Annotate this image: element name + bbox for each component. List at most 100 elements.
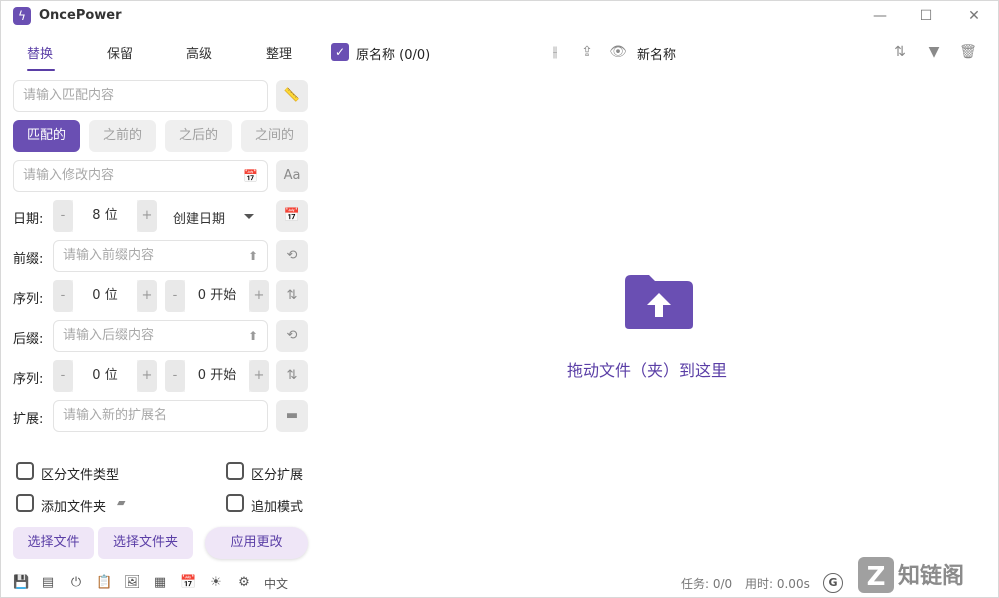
sequence-start-stepper[interactable]: - 0 开始 + bbox=[165, 280, 269, 312]
date-digits-stepper[interactable]: - 8 位 + bbox=[53, 200, 157, 232]
power-icon[interactable]: ⏻ bbox=[68, 575, 84, 591]
date-type-select[interactable]: 创建日期 bbox=[173, 208, 225, 227]
suffix-placeholder: 请输入后缀内容 bbox=[63, 328, 155, 343]
calendar-icon[interactable]: 📅 bbox=[180, 575, 196, 591]
minus-icon[interactable]: - bbox=[53, 200, 73, 232]
tab-bar: 替换 保留 高级 整理 bbox=[13, 43, 313, 73]
select-all-checkbox[interactable]: ✓ bbox=[331, 43, 349, 61]
app-title: OncePower bbox=[39, 8, 122, 23]
file-upload-icon[interactable]: ⬆ bbox=[248, 241, 258, 271]
file-upload-icon[interactable]: ⬆ bbox=[248, 321, 258, 351]
distinguish-ext-checkbox[interactable] bbox=[226, 462, 244, 480]
image-icon[interactable]: 🖼 bbox=[124, 575, 141, 591]
add-folder-checkbox[interactable] bbox=[16, 494, 34, 512]
distinguish-type-checkbox[interactable] bbox=[16, 462, 34, 480]
svg-text:知链阁: 知链阁 bbox=[898, 563, 964, 589]
append-mode-label: 追加模式 bbox=[251, 500, 304, 515]
minimize-button[interactable]: — bbox=[865, 5, 895, 27]
gitee-icon[interactable]: G bbox=[823, 573, 843, 593]
mode-between-button[interactable]: 之间的 bbox=[241, 120, 308, 152]
mode-matched-button[interactable]: 匹配的 bbox=[13, 120, 80, 152]
new-name-header: 新名称 bbox=[637, 48, 677, 63]
clipboard-icon[interactable]: 📋 bbox=[96, 575, 112, 591]
settings-icon[interactable]: ⚙ bbox=[236, 575, 252, 591]
sequence-digits-value[interactable]: 0 位 bbox=[73, 360, 137, 392]
plus-icon[interactable]: + bbox=[137, 280, 157, 312]
folder-icon: ▰ bbox=[117, 496, 126, 509]
suffix-label: 后缀: bbox=[13, 332, 44, 347]
eye-icon[interactable]: 👁 bbox=[609, 43, 627, 61]
plus-icon[interactable]: + bbox=[137, 200, 157, 232]
upload-folder-icon[interactable] bbox=[623, 273, 695, 331]
active-tab-indicator bbox=[27, 69, 55, 71]
modify-placeholder: 请输入修改内容 bbox=[23, 168, 115, 183]
prefix-label: 前缀: bbox=[13, 252, 44, 267]
sequence-digits-stepper[interactable]: - 0 位 + bbox=[53, 280, 157, 312]
apply-changes-button[interactable]: 应用更改 bbox=[205, 527, 308, 559]
media-icon[interactable]: ▦ bbox=[152, 575, 168, 591]
minus-icon[interactable]: - bbox=[53, 280, 73, 312]
elapsed-time: 用时: 0.00s bbox=[745, 577, 810, 591]
drop-zone-text: 拖动文件（夹）到这里 bbox=[567, 361, 728, 380]
suffix-input[interactable]: 请输入后缀内容 ⬆ bbox=[53, 320, 268, 352]
mode-before-button[interactable]: 之前的 bbox=[89, 120, 156, 152]
language-toggle[interactable]: 中文 bbox=[264, 575, 288, 592]
sequence-digits-value[interactable]: 0 位 bbox=[73, 280, 137, 312]
tab-keep[interactable]: 保留 bbox=[107, 43, 133, 62]
mode-after-button[interactable]: 之后的 bbox=[165, 120, 232, 152]
extension-icon[interactable]: ▬ bbox=[276, 400, 308, 432]
match-input[interactable]: 请输入匹配内容 bbox=[13, 80, 268, 112]
sort-order-icon[interactable]: ⇅ bbox=[276, 360, 308, 392]
share-icon[interactable]: ⇪ bbox=[578, 43, 596, 61]
minus-icon[interactable]: - bbox=[165, 360, 185, 392]
select-folder-button[interactable]: 选择文件夹 bbox=[98, 527, 193, 559]
split-icon[interactable]: ⫲ bbox=[546, 43, 564, 61]
task-status: 任务: 0/0 bbox=[681, 577, 733, 591]
add-folder-label: 添加文件夹 bbox=[41, 500, 107, 515]
save-icon[interactable]: 💾 bbox=[13, 575, 29, 591]
svg-text:Z: Z bbox=[867, 562, 886, 592]
chevron-down-icon[interactable] bbox=[244, 214, 254, 219]
sort-icon[interactable]: ⇅ bbox=[891, 43, 909, 61]
trash-icon[interactable]: 🗑 bbox=[959, 43, 977, 61]
maximize-button[interactable]: ☐ bbox=[911, 5, 941, 27]
append-mode-checkbox[interactable] bbox=[226, 494, 244, 512]
plus-icon[interactable]: + bbox=[249, 360, 269, 392]
filter-icon[interactable]: ▼ bbox=[925, 43, 943, 61]
date-digits-value[interactable]: 8 位 bbox=[73, 200, 137, 232]
sort-order-icon[interactable]: ⇅ bbox=[276, 280, 308, 312]
watermark-logo: Z 知链阁 bbox=[858, 557, 964, 593]
tab-organize[interactable]: 整理 bbox=[266, 43, 292, 62]
tab-replace[interactable]: 替换 bbox=[27, 43, 53, 62]
app-logo-icon: ϟ bbox=[13, 7, 31, 25]
calendar-button-icon[interactable]: 📅 bbox=[276, 200, 308, 232]
minus-icon[interactable]: - bbox=[53, 360, 73, 392]
tab-advanced[interactable]: 高级 bbox=[186, 43, 212, 62]
extension-label: 扩展: bbox=[13, 412, 44, 427]
refresh-icon[interactable]: ⟲ bbox=[276, 240, 308, 272]
select-files-button[interactable]: 选择文件 bbox=[13, 527, 94, 559]
extension-input[interactable]: 请输入新的扩展名 bbox=[53, 400, 268, 432]
date-label: 日期: bbox=[13, 212, 44, 227]
ruler-icon[interactable]: 📏 bbox=[276, 80, 308, 112]
distinguish-type-label: 区分文件类型 bbox=[41, 468, 120, 483]
theme-icon[interactable]: ☀ bbox=[208, 575, 224, 591]
refresh-icon[interactable]: ⟲ bbox=[276, 320, 308, 352]
close-button[interactable]: ✕ bbox=[959, 5, 989, 27]
title-bar: ϟ OncePower — ☐ ✕ bbox=[1, 1, 998, 33]
plus-icon[interactable]: + bbox=[137, 360, 157, 392]
sequence-start-value[interactable]: 0 开始 bbox=[185, 280, 249, 312]
original-name-header: 原名称 (0/0) bbox=[356, 48, 431, 63]
prefix-input[interactable]: 请输入前缀内容 ⬆ bbox=[53, 240, 268, 272]
modify-input[interactable]: 请输入修改内容 📅 bbox=[13, 160, 268, 192]
minus-icon[interactable]: - bbox=[165, 280, 185, 312]
case-icon[interactable]: Aa bbox=[276, 160, 308, 192]
sequence-start-stepper[interactable]: - 0 开始 + bbox=[165, 360, 269, 392]
sequence-digits-stepper[interactable]: - 0 位 + bbox=[53, 360, 157, 392]
export-icon[interactable]: ▤ bbox=[40, 575, 56, 591]
distinguish-ext-label: 区分扩展 bbox=[251, 468, 304, 483]
calendar-icon[interactable]: 📅 bbox=[243, 161, 258, 191]
sequence-start-value[interactable]: 0 开始 bbox=[185, 360, 249, 392]
sequence-label: 序列: bbox=[13, 292, 44, 307]
plus-icon[interactable]: + bbox=[249, 280, 269, 312]
